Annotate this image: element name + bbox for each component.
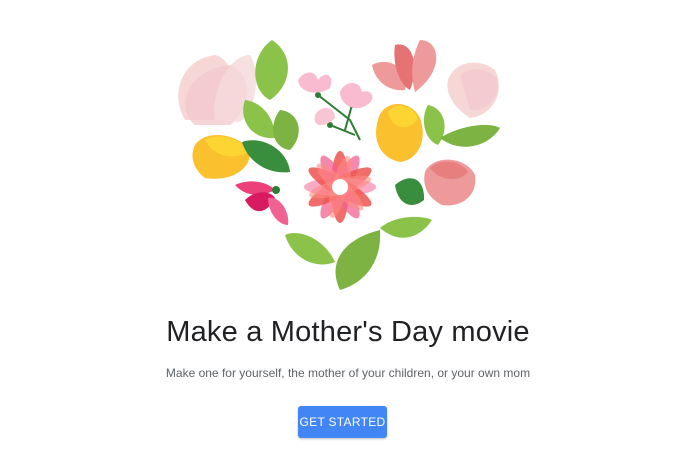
yellow-tulip-icon xyxy=(376,103,423,162)
leaf-icon xyxy=(380,216,432,238)
leaf-icon xyxy=(395,178,425,205)
small-blossom-icon xyxy=(298,72,373,141)
magenta-flower-icon xyxy=(235,181,289,225)
pale-pink-flower-icon xyxy=(447,62,499,118)
yellow-tulip-icon xyxy=(192,134,251,179)
page-subtitle: Make one for yourself, the mother of you… xyxy=(165,366,531,380)
get-started-button[interactable]: GET STARTED xyxy=(298,406,387,438)
leaf-icon xyxy=(255,40,288,100)
pink-rose-icon xyxy=(424,159,476,206)
leaf-icon xyxy=(273,110,299,150)
leaf-icon xyxy=(243,100,275,139)
mothers-day-page: Make a Mother's Day movie Make one for y… xyxy=(0,0,696,464)
leaf-icon xyxy=(335,230,381,290)
leaf-icon xyxy=(285,233,335,265)
coral-daisy-icon xyxy=(304,151,376,223)
pink-tulip-icon xyxy=(372,40,437,92)
page-title: Make a Mother's Day movie xyxy=(166,316,530,348)
leaf-icon xyxy=(440,125,500,147)
flower-heart-illustration xyxy=(178,40,500,290)
